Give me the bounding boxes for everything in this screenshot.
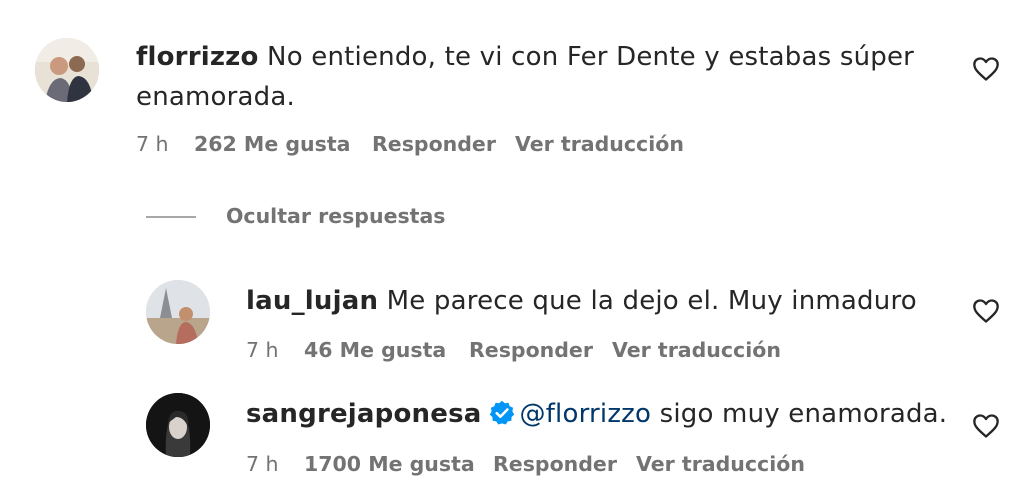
avatar-florrizzo[interactable] — [35, 38, 99, 102]
reply-likes[interactable]: 1700 Me gusta — [304, 452, 475, 476]
comment-florrizzo: florrizzo No entiendo, te vi con Fer Den… — [0, 0, 1024, 170]
avatar-sangrejaponesa[interactable] — [146, 393, 210, 457]
reply-translate-button[interactable]: Ver traducción — [612, 338, 781, 362]
avatar-photo — [35, 38, 99, 102]
heart-icon[interactable] — [972, 413, 1000, 439]
comment-reply-button[interactable]: Responder — [372, 132, 496, 156]
comment-text-line-1: florrizzo No entiendo, te vi con Fer Den… — [136, 40, 914, 74]
comment-likes[interactable]: 262 Me gusta — [194, 132, 350, 156]
reply-username[interactable]: lau_lujan — [246, 286, 378, 316]
reply-time: 7 h — [246, 452, 279, 476]
reply-reply-button[interactable]: Responder — [469, 338, 593, 362]
reply-translate-button[interactable]: Ver traducción — [636, 452, 805, 476]
reply-time: 7 h — [246, 338, 279, 362]
comment-translate-button[interactable]: Ver traducción — [515, 132, 684, 156]
comment-username[interactable]: florrizzo — [136, 42, 259, 72]
comment-text: No entiendo, te vi con Fer Dente y estab… — [267, 42, 915, 72]
hide-replies-button[interactable]: Ocultar respuestas — [226, 204, 446, 228]
reply-text: sigo muy enamorada. — [659, 399, 948, 429]
heart-icon[interactable] — [972, 56, 1000, 82]
avatar-photo — [146, 280, 210, 344]
comment-meta: 7 h 262 Me gusta Responder Ver traducció… — [136, 132, 736, 160]
avatar-lau-lujan[interactable] — [146, 280, 210, 344]
avatar-photo — [146, 393, 210, 457]
reply-meta: 7 h 46 Me gusta Responder Ver traducción — [246, 338, 846, 366]
reply-sangrejaponesa: sangrejaponesa @florrizzo sigo muy enamor… — [0, 385, 1024, 500]
reply-mention-link[interactable]: @florrizzo — [520, 399, 652, 429]
heart-icon[interactable] — [972, 298, 1000, 324]
comment-time: 7 h — [136, 132, 169, 156]
reply-text-line: lau_lujan Me parece que la dejo el. Muy … — [246, 284, 917, 318]
reply-meta: 7 h 1700 Me gusta Responder Ver traducci… — [246, 452, 846, 480]
reply-reply-button[interactable]: Responder — [493, 452, 617, 476]
reply-text: Me parece que la dejo el. Muy inmaduro — [386, 286, 917, 316]
comment-text-line-2: enamorada. — [136, 82, 295, 112]
replies-divider — [146, 216, 196, 218]
verified-badge-icon — [488, 399, 516, 427]
reply-text-line: sangrejaponesa @florrizzo sigo muy enamor… — [246, 397, 947, 431]
reply-lau-lujan: lau_lujan Me parece que la dejo el. Muy … — [0, 270, 1024, 380]
reply-likes[interactable]: 46 Me gusta — [304, 338, 446, 362]
reply-username[interactable]: sangrejaponesa — [246, 399, 482, 429]
